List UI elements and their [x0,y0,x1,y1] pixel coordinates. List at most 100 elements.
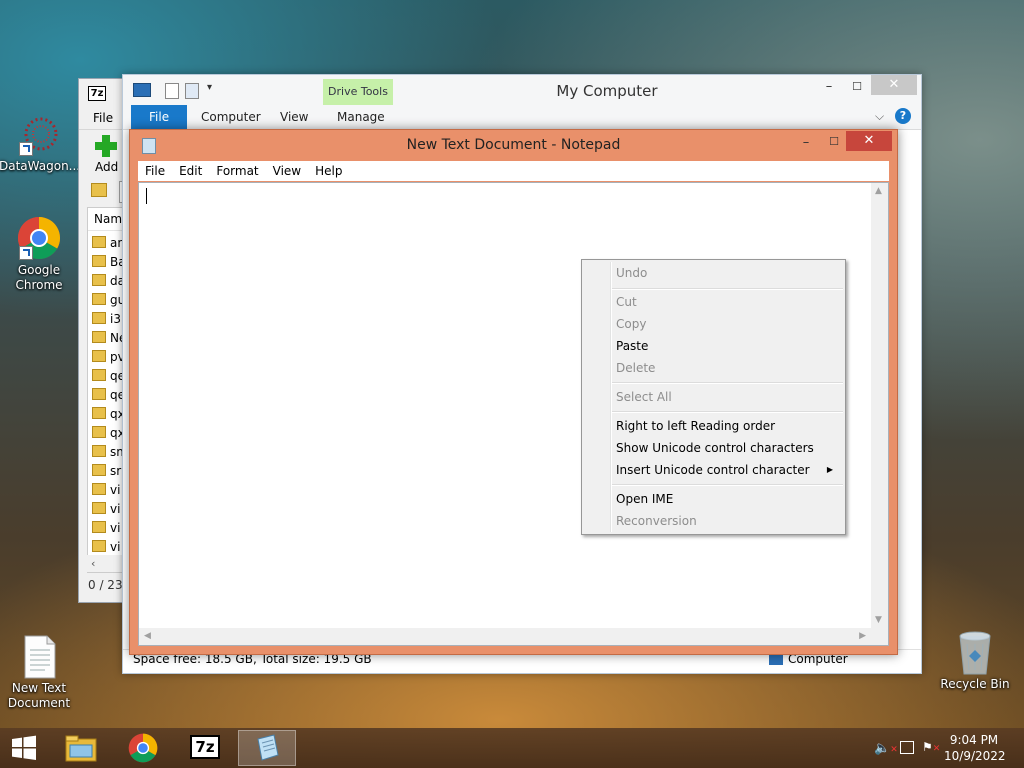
notepad-menubar: File Edit Format View Help [138,161,889,181]
file-list-row[interactable]: qx [92,424,125,442]
menu-item-insert-unicode-control[interactable]: Insert Unicode control character ▶ [584,459,843,481]
desktop-icon-label: Recycle Bin [940,677,1010,691]
desktop-icon-google-chrome[interactable]: Google Chrome [0,216,79,293]
menu-item-insert-unicode-label: Insert Unicode control character [616,463,810,477]
action-center-icon[interactable]: ⚑✕ [922,740,940,754]
file-list-row[interactable]: gu [92,291,125,309]
file-list-row[interactable]: vi [92,481,120,499]
folder-icon [92,255,106,267]
folder-icon [92,521,106,533]
desktop-icon-datawagon[interactable]: DataWagon... [0,112,81,174]
folder-icon [92,464,106,476]
explorer-titlebar[interactable]: ▾ Drive Tools My Computer – ☐ ✕ [123,75,921,105]
file-list-row[interactable]: Ba [92,253,126,271]
folder-icon [92,350,106,362]
scroll-up-arrow-icon[interactable]: ▲ [875,186,882,196]
notepad-title: New Text Document - Notepad [406,137,621,153]
start-button[interactable] [0,730,48,766]
menu-item-show-unicode-control[interactable]: Show Unicode control characters [584,437,843,459]
file-list-row[interactable]: vi [92,500,120,518]
menu-item-open-ime[interactable]: Open IME [584,488,843,510]
explorer-maximize-button[interactable]: ☐ [843,77,871,97]
folder-icon [92,274,106,286]
7zip-menu-file[interactable]: File [93,111,113,125]
folder-icon [92,540,106,552]
folder-icon [92,445,106,457]
file-list-row[interactable]: vi [92,519,120,537]
file-list-row[interactable]: an [92,234,125,252]
menu-item-reconversion[interactable]: Reconversion [584,510,843,532]
notepad-minimize-button[interactable]: – [792,133,820,153]
folder-icon [92,331,106,343]
file-explorer-icon [65,735,97,762]
notepad-close-button[interactable]: ✕ [846,131,892,151]
folder-icon [92,407,106,419]
file-list-row[interactable]: vi [92,538,120,556]
menu-item-paste[interactable]: Paste [584,335,843,357]
folder-icon [92,236,106,248]
ribbon-tab-computer[interactable]: Computer [189,105,273,129]
notepad-vertical-scrollbar[interactable]: ▲ ▼ [871,183,888,628]
notepad-icon [257,734,279,761]
chrome-icon [128,733,158,763]
7zip-add-label: Add [95,160,119,174]
system-clock[interactable]: 9:04 PM 10/9/2022 [944,732,1006,764]
explorer-close-button[interactable]: ✕ [871,75,917,95]
file-list-row[interactable]: da [92,272,125,290]
explorer-title: My Computer [556,82,658,100]
desktop-icon-recycle-bin[interactable]: Recycle Bin [935,630,1015,692]
file-list-row[interactable]: sri [92,462,125,480]
ribbon-tab-view[interactable]: View [268,105,320,129]
ribbon-tab-manage[interactable]: Manage [325,105,397,129]
submenu-arrow-icon: ▶ [826,465,833,474]
explorer-minimize-button[interactable]: – [815,77,843,97]
ribbon-expand-chevron-icon[interactable]: ⌵ [875,109,884,124]
notepad-horizontal-scrollbar[interactable]: ◀ ▶ [139,628,871,645]
file-name: vi [110,540,121,554]
taskbar-notepad[interactable] [238,730,296,766]
folder-up-icon[interactable] [91,183,107,197]
scroll-right-arrow-icon[interactable]: ▶ [859,631,866,641]
folder-icon [92,369,106,381]
notepad-titlebar[interactable]: New Text Document - Notepad – ☐ ✕ [130,130,897,160]
desktop-icon-new-text-document[interactable]: New Text Document [0,634,79,711]
taskbar-chrome[interactable] [114,730,172,766]
menu-item-delete[interactable]: Delete [584,357,843,379]
menu-item-cut[interactable]: Cut [584,291,843,313]
volume-muted-icon[interactable]: 🔈✕ [874,741,898,756]
clock-time: 9:04 PM [949,733,999,747]
folder-icon [92,388,106,400]
file-list-row[interactable]: pv [92,348,125,366]
computer-small-icon [769,655,783,665]
menu-file[interactable]: File [138,161,172,181]
notepad-maximize-button[interactable]: ☐ [820,132,848,152]
scroll-left-arrow-icon[interactable]: ◀ [144,631,151,641]
ribbon-tab-file[interactable]: File [131,105,188,129]
file-list-row[interactable]: qe [92,367,125,385]
menu-item-select-all[interactable]: Select All [584,386,843,408]
size-grip[interactable] [871,628,888,645]
windows-logo-icon [12,735,36,760]
7zip-icon: 7z [190,735,220,759]
help-icon[interactable]: ? [895,108,911,124]
scroll-down-arrow-icon[interactable]: ▼ [875,615,882,625]
file-list-row[interactable]: qe [92,386,125,404]
menu-edit[interactable]: Edit [172,161,209,181]
menu-item-copy[interactable]: Copy [584,313,843,335]
taskbar: 7z 🔈✕ ⚑✕ 9:04 PM 10/9/2022 [0,728,1024,768]
file-list-row[interactable]: i3 [92,310,121,328]
7zip-logo-icon: 7z [88,86,106,101]
menu-item-rtl-reading-order[interactable]: Right to left Reading order [584,415,843,437]
menu-view[interactable]: View [266,161,308,181]
clock-date: 10/9/2022 [944,749,1006,763]
menu-item-undo[interactable]: Undo [584,262,843,284]
taskbar-7zip[interactable]: 7z [176,730,234,766]
desktop-icon-label: DataWagon... [0,159,81,173]
menu-help[interactable]: Help [308,161,349,181]
chrome-icon [17,216,61,260]
file-name: vi [110,502,121,516]
file-list-row[interactable]: qx [92,405,125,423]
network-icon[interactable] [900,741,914,754]
taskbar-file-explorer[interactable] [52,730,110,766]
menu-format[interactable]: Format [209,161,265,181]
